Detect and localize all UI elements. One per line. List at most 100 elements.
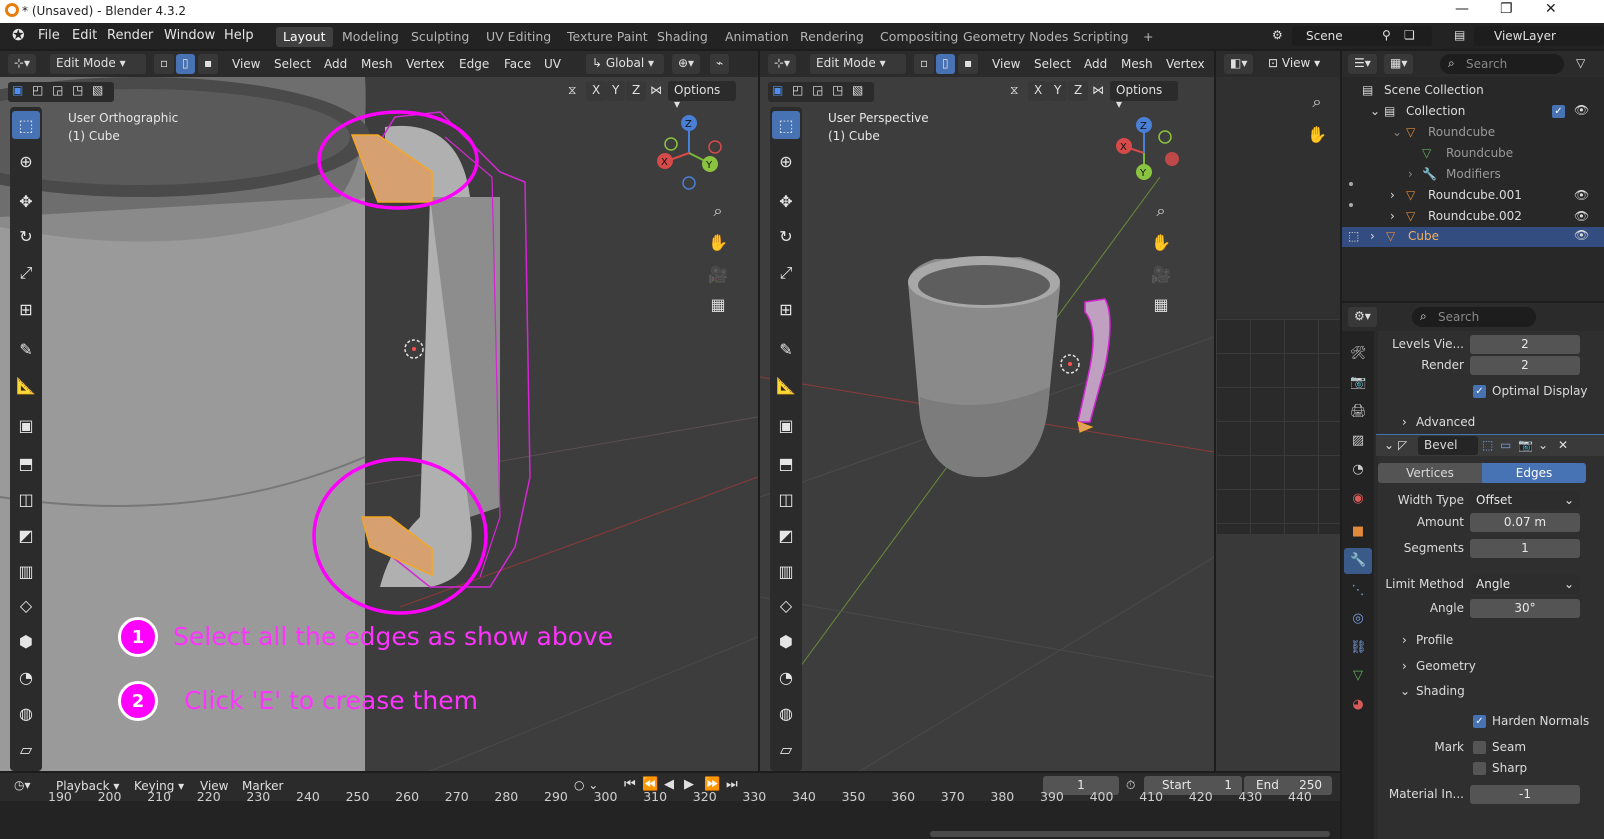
menu-view[interactable]: View: [232, 57, 260, 71]
rotate-tool-icon[interactable]: ↻: [12, 222, 40, 250]
tab-uv-editing[interactable]: UV Editing: [479, 27, 558, 47]
options-button[interactable]: Options ▾: [1110, 81, 1178, 111]
view-layer-tab-icon[interactable]: ▨: [1350, 433, 1366, 449]
tab-edges[interactable]: Edges: [1482, 463, 1586, 483]
select-box-tool-icon[interactable]: ⬚: [772, 111, 800, 139]
outliner-item-roundcube-mesh[interactable]: Roundcube: [1446, 146, 1513, 160]
optimal-display-checkbox[interactable]: ✓: [1473, 385, 1486, 398]
select-extend-icon[interactable]: ◰: [32, 83, 43, 97]
collection-expand-icon[interactable]: ⌄: [1370, 104, 1380, 118]
modifier-tab-icon[interactable]: 🔧: [1350, 553, 1366, 569]
shear-tool-icon[interactable]: ▱: [772, 735, 800, 763]
dropdown-icon[interactable]: ⌄: [1538, 438, 1548, 452]
modifier-name-field[interactable]: Bevel: [1418, 436, 1478, 455]
view-menu[interactable]: ⊡ View ▾: [1262, 54, 1332, 74]
pan-hand-icon[interactable]: ✋: [705, 229, 731, 255]
constraints-tab-icon[interactable]: ⛓: [1350, 640, 1367, 656]
collection-checkbox[interactable]: ✓: [1552, 105, 1565, 118]
select-extend-icon[interactable]: ◰: [792, 83, 803, 97]
harden-normals-checkbox[interactable]: ✓: [1473, 715, 1486, 728]
menu-vertex[interactable]: Vertex: [406, 57, 445, 71]
maximize-icon[interactable]: ❐: [1500, 1, 1513, 17]
pin-icon[interactable]: ⚲: [1382, 28, 1391, 42]
geometry-expand-icon[interactable]: ›: [1402, 659, 1407, 673]
scene-collection-label[interactable]: Scene Collection: [1384, 83, 1484, 97]
profile-subpanel[interactable]: Profile: [1416, 633, 1453, 647]
particles-tab-icon[interactable]: ⋱: [1350, 583, 1366, 599]
select-mode-group[interactable]: ▣ ◰ ◲ ◳ ▧: [8, 82, 114, 102]
jump-start-icon[interactable]: ⏮: [624, 777, 636, 792]
knife-tool-icon[interactable]: ◇: [772, 591, 800, 619]
mode-selector[interactable]: Edit Mode ▾: [810, 54, 906, 74]
select-intersect-icon[interactable]: ▧: [852, 83, 863, 97]
poly-build-tool-icon[interactable]: ⬢: [12, 627, 40, 655]
menu-view[interactable]: View: [992, 57, 1020, 71]
jump-end-icon[interactable]: ⏭: [726, 777, 738, 792]
select-subtract-icon[interactable]: ◲: [812, 83, 823, 97]
grid-icon[interactable]: ▦: [705, 291, 731, 317]
item-expand-icon[interactable]: ›: [1390, 188, 1395, 202]
bevel-tool-icon[interactable]: ◩: [772, 521, 800, 549]
small-editor-area[interactable]: ⌕ ✋: [1216, 77, 1340, 319]
inset-tool-icon[interactable]: ◫: [12, 485, 40, 513]
inset-tool-icon[interactable]: ◫: [772, 485, 800, 513]
move-tool-icon[interactable]: ✥: [772, 187, 800, 215]
pan-hand-icon[interactable]: ✋: [1148, 229, 1174, 255]
axis-z[interactable]: Z: [1068, 81, 1089, 101]
sharp-checkbox[interactable]: [1473, 762, 1486, 775]
shear-tool-icon[interactable]: ▱: [12, 735, 40, 763]
amount-field[interactable]: 0.07 m: [1470, 513, 1580, 532]
select-subtract-icon[interactable]: ◲: [52, 83, 63, 97]
tool-tab-icon[interactable]: 🛠: [1350, 346, 1367, 362]
render-toggle-icon[interactable]: 📷: [1518, 438, 1533, 452]
advanced-subpanel[interactable]: Advanced: [1416, 415, 1475, 429]
advanced-expand-icon[interactable]: ›: [1402, 415, 1407, 429]
new-scene-icon[interactable]: ❏: [1404, 28, 1415, 42]
menu-select[interactable]: Select: [1034, 57, 1071, 71]
tab-compositing[interactable]: Compositing: [873, 27, 965, 47]
menu-uv[interactable]: UV: [544, 57, 561, 71]
world-tab-icon[interactable]: ◉: [1350, 491, 1366, 507]
pivot-icon[interactable]: ⊕▾: [672, 54, 701, 74]
menu-render[interactable]: Render: [107, 28, 153, 43]
properties-search[interactable]: ⌕ Search: [1412, 307, 1536, 327]
tab-modeling[interactable]: Modeling: [335, 27, 406, 47]
orientation-selector[interactable]: ↳ Global ▾: [586, 54, 664, 74]
add-cube-tool-icon[interactable]: ▣: [772, 411, 800, 439]
menu-select[interactable]: Select: [274, 57, 311, 71]
edit-mode-toggle-icon[interactable]: ⬚: [1482, 438, 1493, 452]
scene-selector[interactable]: Scene ⚲ ❏: [1292, 26, 1432, 46]
editor-type-icon[interactable]: ◷▾: [8, 776, 37, 796]
shading-subpanel[interactable]: Shading: [1416, 684, 1465, 698]
menu-vertex[interactable]: Vertex: [1166, 57, 1205, 71]
material-index-field[interactable]: -1: [1470, 785, 1580, 804]
loop-cut-tool-icon[interactable]: ▥: [772, 557, 800, 585]
editor-type-icon[interactable]: ⊹▾: [8, 54, 37, 74]
transform-tool-icon[interactable]: ⊞: [12, 295, 40, 323]
outliner-row-selected[interactable]: ⬚ › ▽ Cube 👁: [1342, 227, 1604, 247]
options-button[interactable]: Options ▾: [668, 81, 736, 111]
outliner-item-roundcube-001[interactable]: Roundcube.001: [1428, 188, 1522, 202]
profile-expand-icon[interactable]: ›: [1402, 633, 1407, 647]
menu-file[interactable]: File: [38, 28, 60, 43]
menu-edge[interactable]: Edge: [459, 57, 489, 71]
segments-field[interactable]: 1: [1470, 539, 1580, 558]
vertex-select-icon[interactable]: ▫: [914, 54, 935, 74]
spin-tool-icon[interactable]: ◔: [12, 663, 40, 691]
object-tab-icon[interactable]: ■: [1350, 524, 1366, 540]
select-mode-group[interactable]: ▣ ◰ ◲ ◳ ▧: [768, 82, 874, 102]
auto-merge-icon[interactable]: ⋈: [1092, 83, 1104, 97]
select-new-icon[interactable]: ▣: [12, 83, 23, 97]
smooth-tool-icon[interactable]: ◍: [12, 699, 40, 727]
item-expand-icon[interactable]: ›: [1390, 209, 1395, 223]
menu-edit[interactable]: Edit: [72, 28, 97, 43]
timeline-scrollbar[interactable]: [930, 831, 1330, 837]
material-tab-icon[interactable]: ◕: [1350, 697, 1366, 713]
limit-method-dropdown[interactable]: Angle ⌄: [1470, 575, 1580, 594]
display-mode-icon[interactable]: ▦▾: [1384, 54, 1414, 74]
axis-y[interactable]: Y: [606, 81, 626, 101]
smooth-tool-icon[interactable]: ◍: [772, 699, 800, 727]
tab-animation[interactable]: Animation: [718, 27, 796, 47]
tab-geometry-nodes[interactable]: Geometry Nodes: [956, 27, 1075, 47]
navigation-gizmo[interactable]: Z Y X: [655, 113, 725, 193]
